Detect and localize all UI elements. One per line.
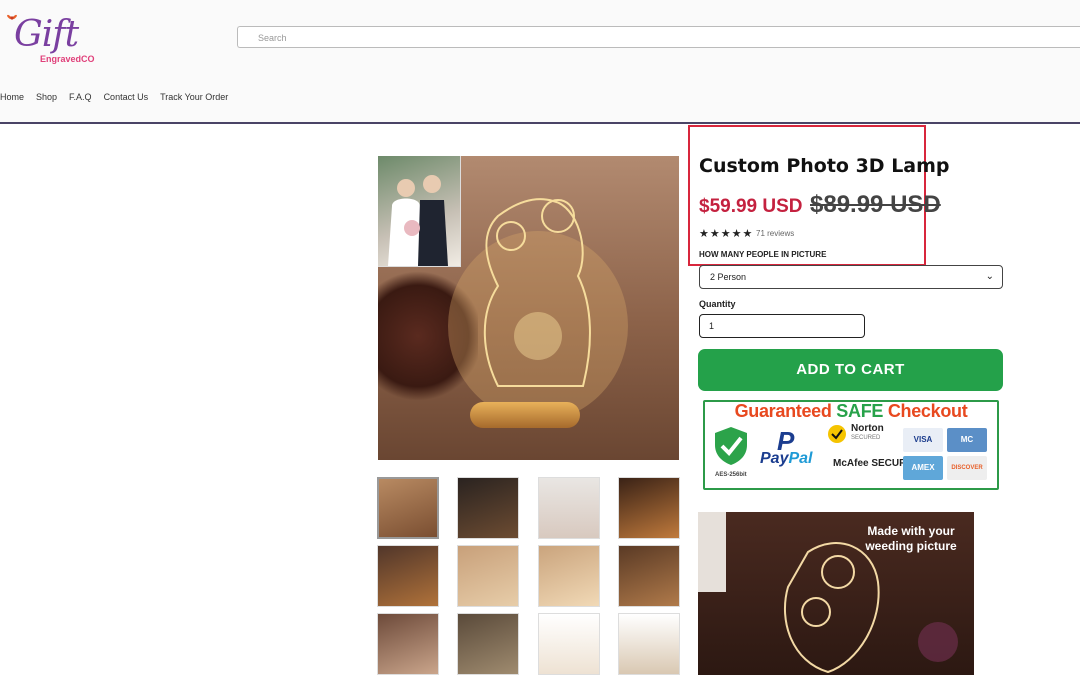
select-value: 2 Person	[710, 272, 747, 282]
mcafee-badge: McAfee SECURE	[833, 458, 914, 469]
visa-card-icon: VISA	[903, 428, 943, 452]
mastercard-icon: MC	[947, 428, 987, 452]
main-nav: Home Shop F.A.Q Contact Us Track Your Or…	[0, 92, 240, 102]
thumbnail[interactable]	[457, 477, 519, 539]
nav-home[interactable]: Home	[0, 92, 24, 102]
lamp-base	[470, 402, 580, 428]
star-rating-icon: ★★★★★	[699, 228, 754, 240]
nav-contact[interactable]: Contact Us	[104, 92, 149, 102]
thumbnail[interactable]	[538, 545, 600, 607]
variant-label: HOW MANY PEOPLE IN PICTURE	[699, 250, 827, 259]
shield-check-icon	[715, 427, 747, 465]
nav-shop[interactable]: Shop	[36, 92, 57, 102]
lifestyle-caption: Made with your weeding picture	[865, 524, 957, 553]
site-header: Gift EngravedCO Search Home Shop F.A.Q C…	[0, 0, 1080, 124]
thumbnail[interactable]	[538, 477, 600, 539]
site-logo[interactable]: Gift EngravedCO	[4, 10, 104, 68]
sale-price: $59.99 USD	[699, 196, 803, 217]
logo-text: Gift	[14, 14, 79, 55]
reviews-link[interactable]: 71 reviews	[756, 229, 794, 238]
thumbnail[interactable]	[618, 545, 680, 607]
original-photo-inset	[378, 156, 461, 267]
trust-badge-title: Guaranteed SAFE Checkout	[734, 401, 968, 421]
thumbnail[interactable]	[457, 613, 519, 675]
trust-badge: Guaranteed SAFE Checkout AES-256bit P Pa…	[703, 400, 999, 490]
product-title: Custom Photo 3D Lamp	[699, 155, 950, 177]
compare-price: $89.99 USD	[810, 191, 941, 218]
quantity-input[interactable]: 1	[699, 314, 865, 338]
thumbnail[interactable]	[618, 613, 680, 675]
people-count-select[interactable]: 2 Person ⌄	[699, 265, 1003, 289]
thumbnail[interactable]	[538, 613, 600, 675]
thumbnail[interactable]	[377, 613, 439, 675]
product-main-image[interactable]	[378, 156, 679, 460]
paypal-logo: PayPal	[760, 450, 813, 467]
nav-faq[interactable]: F.A.Q	[69, 92, 92, 102]
thumbnail[interactable]	[377, 477, 439, 539]
amex-card-icon: AMEX	[903, 456, 943, 480]
add-to-cart-button[interactable]: ADD TO CART	[698, 349, 1003, 391]
nav-track-order[interactable]: Track Your Order	[160, 92, 228, 102]
search-input[interactable]: Search	[237, 26, 1080, 48]
logo-subtext: EngravedCO	[40, 54, 95, 64]
aes-label: AES-256bit	[715, 472, 747, 478]
thumbnail[interactable]	[618, 477, 680, 539]
discover-card-icon: DISCOVER	[947, 456, 987, 480]
thumbnail[interactable]	[377, 545, 439, 607]
lifestyle-image[interactable]: Made with your weeding picture	[698, 512, 974, 675]
thumbnail[interactable]	[457, 545, 519, 607]
quantity-label: Quantity	[699, 299, 736, 309]
chevron-down-icon: ⌄	[985, 271, 994, 282]
norton-check-icon	[828, 425, 846, 443]
couple-photo-icon	[388, 175, 448, 266]
norton-badge: Norton SECURED	[827, 422, 893, 450]
